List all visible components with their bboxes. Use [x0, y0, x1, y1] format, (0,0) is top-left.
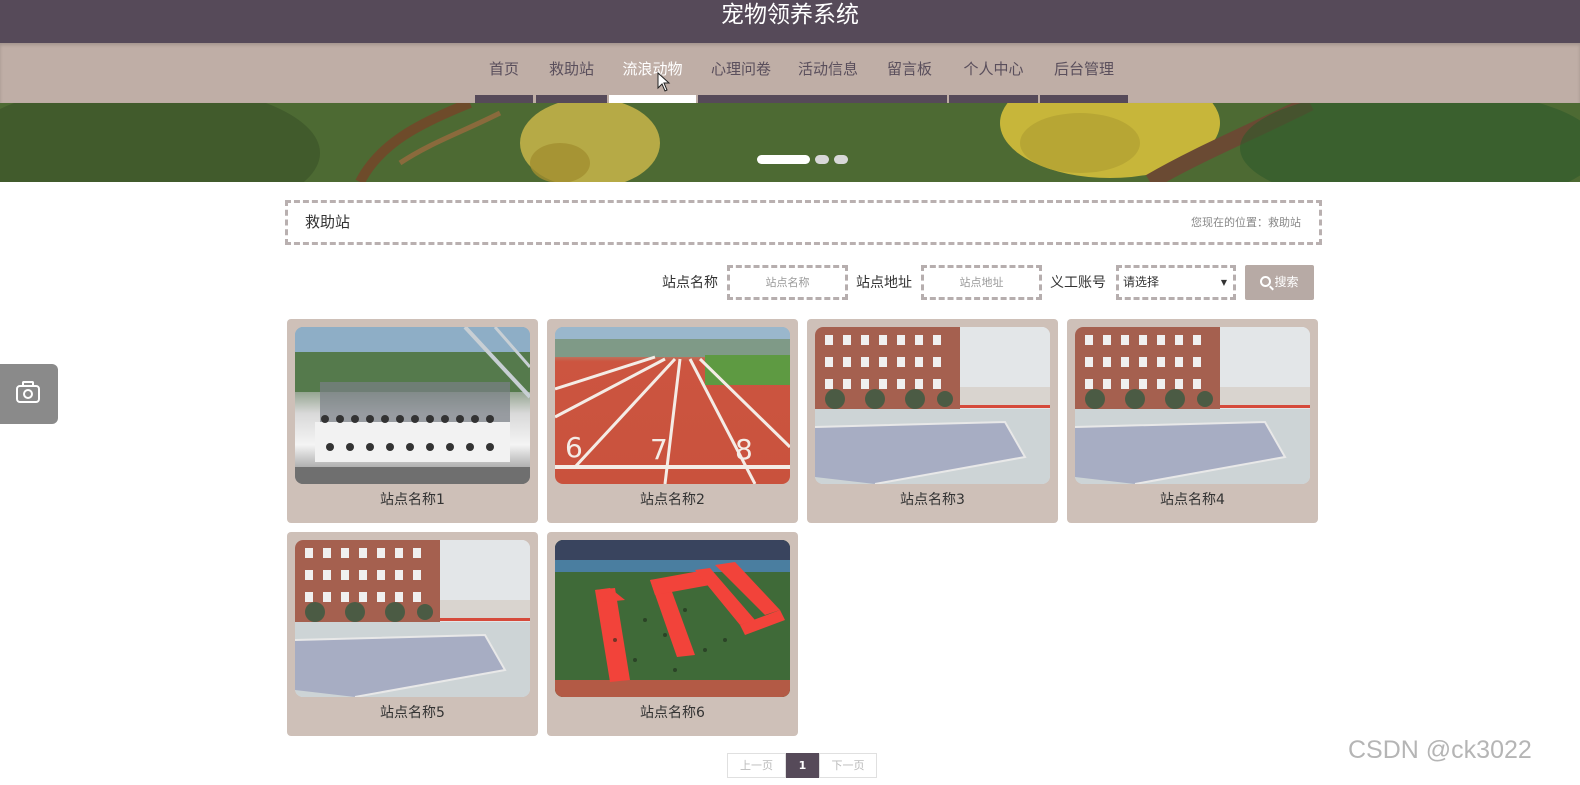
nav-item-rescue-station[interactable]: 救助站 — [536, 43, 607, 103]
station-card[interactable]: 站点名称4 — [1067, 319, 1318, 523]
station-name: 站点名称1 — [380, 492, 445, 508]
breadcrumb: 救助站 您现在的位置：救助站 — [285, 200, 1322, 245]
prev-page-button[interactable]: 上一页 — [727, 753, 786, 778]
station-address-label: 站点地址 — [856, 275, 912, 291]
aerial-field-image — [555, 540, 790, 697]
station-photo — [1075, 327, 1310, 484]
nav-underline — [784, 95, 872, 103]
nav-item-activities[interactable]: 活动信息 — [784, 43, 872, 103]
nav-label: 首页 — [488, 60, 519, 78]
volunteer-account-select[interactable]: 请选择 ▼ — [1116, 265, 1236, 300]
screenshot-button[interactable] — [0, 364, 58, 424]
camera-lens-icon — [23, 389, 33, 399]
station-name-input[interactable]: 站点名称 — [727, 265, 848, 300]
nav-label: 个人中心 — [963, 60, 1024, 78]
search-button-label: 搜索 — [1274, 275, 1299, 289]
svg-text:7: 7 — [650, 433, 668, 466]
main-nav: 首页 救助站 流浪动物 心理问卷 活动信息 留言板 个人中心 后台管理 — [0, 43, 1580, 103]
prev-page-label: 上一页 — [740, 759, 773, 772]
breadcrumb-location: 您现在的位置：救助站 — [1191, 216, 1301, 229]
running-track-image: 6 7 8 — [555, 327, 790, 484]
station-address-input[interactable]: 站点地址 — [921, 265, 1042, 300]
station-name-label: 站点名称 — [662, 275, 718, 291]
nav-underline — [698, 95, 784, 103]
nav-item-message-board[interactable]: 留言板 — [872, 43, 947, 103]
group-photo-image — [295, 327, 530, 484]
carousel-dot[interactable] — [815, 155, 829, 164]
nav-item-home[interactable]: 首页 — [475, 43, 533, 103]
page-title: 救助站 — [305, 213, 351, 231]
nav-underline — [872, 95, 947, 103]
next-page-label: 下一页 — [831, 759, 865, 772]
svg-text:6: 6 — [565, 431, 583, 464]
nav-label: 活动信息 — [797, 60, 858, 78]
current-page-label: 1 — [798, 759, 807, 772]
station-photo — [295, 327, 530, 484]
station-name: 站点名称5 — [380, 705, 445, 721]
svg-text:8: 8 — [735, 433, 753, 466]
nav-item-questionnaire[interactable]: 心理问卷 — [698, 43, 784, 103]
nav-underline — [1040, 95, 1128, 103]
nav-underline — [536, 95, 607, 103]
station-card[interactable]: 站点名称5 — [287, 532, 538, 736]
station-card[interactable]: 站点名称6 — [547, 532, 798, 736]
station-name: 站点名称4 — [1160, 492, 1225, 508]
station-card[interactable]: 6 7 8 站点名称2 — [547, 319, 798, 523]
station-name: 站点名称6 — [640, 705, 705, 721]
carousel-dot-active[interactable] — [757, 155, 810, 164]
volunteer-account-label: 义工账号 — [1050, 275, 1106, 291]
chevron-down-icon: ▼ — [1220, 278, 1227, 287]
nav-label: 心理问卷 — [710, 60, 771, 78]
search-button[interactable]: 搜索 — [1245, 265, 1314, 300]
station-photo — [555, 540, 790, 697]
school-building-image — [1075, 327, 1310, 484]
nav-label: 留言板 — [886, 60, 932, 78]
nav-label: 救助站 — [548, 60, 594, 78]
site-title: 宠物领养系统 — [721, 2, 859, 28]
station-photo: 6 7 8 — [555, 327, 790, 484]
school-building-image — [815, 327, 1050, 484]
banner-image — [0, 103, 1580, 182]
school-building-image — [295, 540, 530, 697]
nav-underline — [949, 95, 1038, 103]
mouse-cursor-icon — [657, 72, 671, 92]
watermark: CSDN @ck3022 — [1348, 736, 1532, 764]
station-photo — [815, 327, 1050, 484]
nav-underline — [475, 95, 533, 103]
nav-label: 流浪动物 — [622, 60, 683, 78]
page-button-current[interactable]: 1 — [786, 753, 819, 778]
banner-carousel[interactable] — [0, 103, 1580, 182]
nav-underline-active — [609, 95, 696, 103]
top-header-bar: 宠物领养系统 — [0, 0, 1580, 43]
nav-item-stray-animals[interactable]: 流浪动物 — [609, 43, 696, 103]
nav-item-admin[interactable]: 后台管理 — [1040, 43, 1128, 103]
station-name: 站点名称2 — [640, 492, 705, 508]
carousel-dot[interactable] — [834, 155, 848, 164]
station-card[interactable]: 站点名称3 — [807, 319, 1058, 523]
station-card[interactable]: 站点名称1 — [287, 319, 538, 523]
station-name: 站点名称3 — [900, 492, 965, 508]
nav-label: 后台管理 — [1053, 60, 1114, 78]
nav-item-personal-center[interactable]: 个人中心 — [949, 43, 1038, 103]
station-photo — [295, 540, 530, 697]
next-page-button[interactable]: 下一页 — [819, 753, 877, 778]
select-value: 请选择 — [1123, 275, 1160, 289]
search-icon — [1260, 276, 1272, 287]
